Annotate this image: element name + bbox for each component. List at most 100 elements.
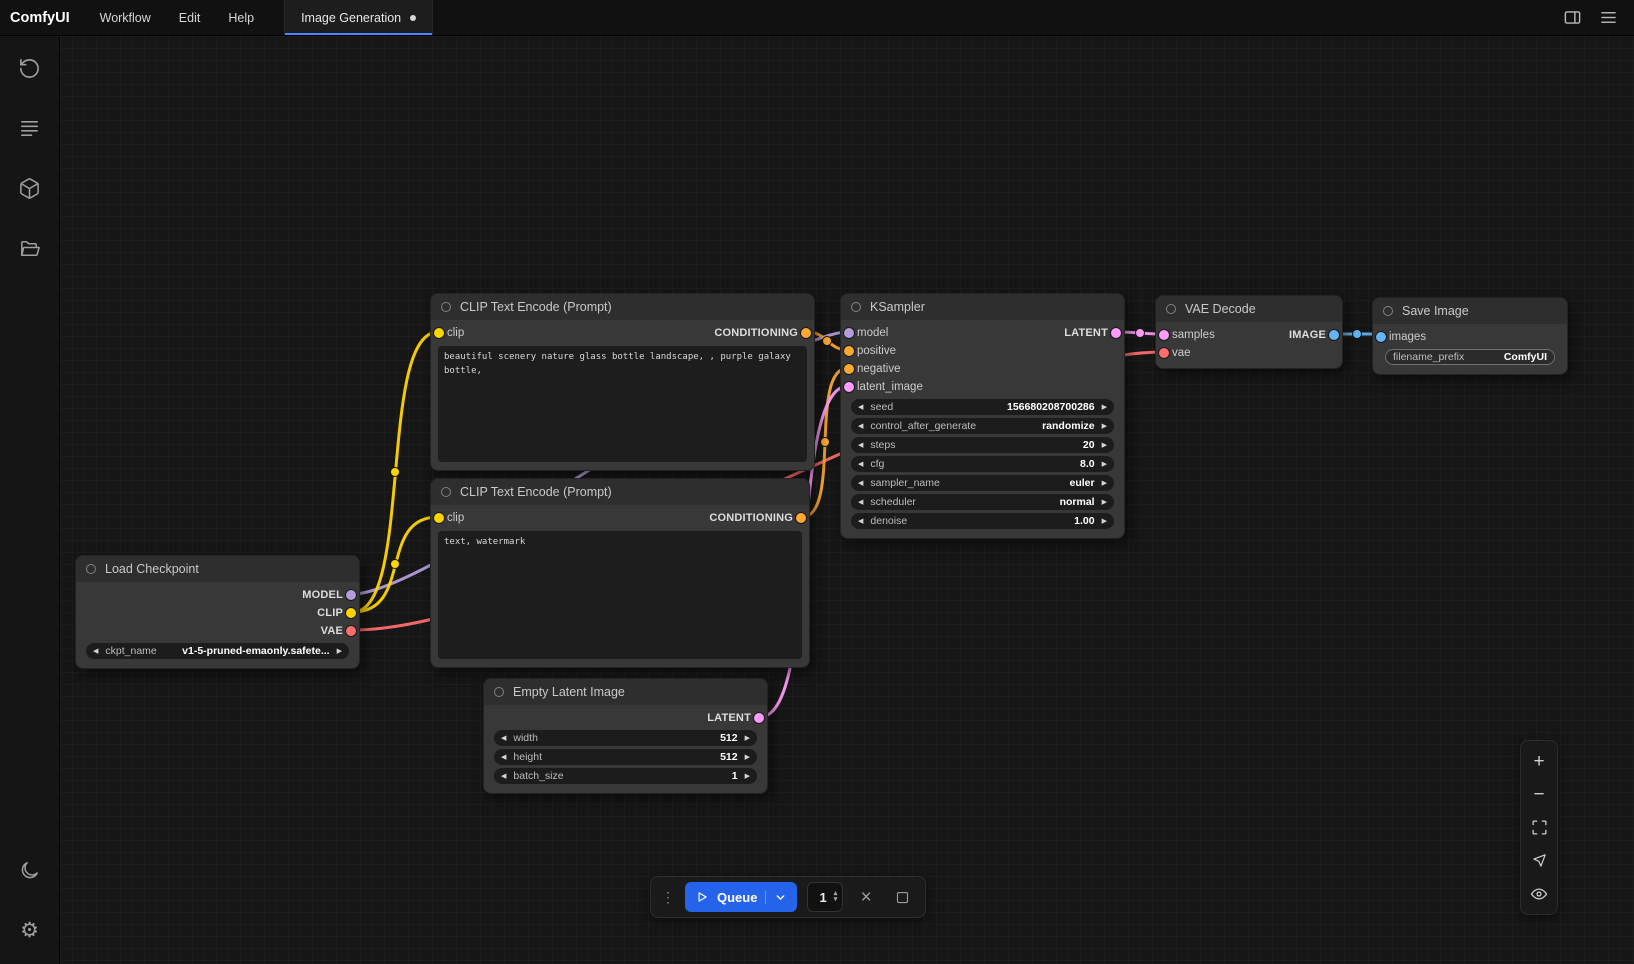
workflows-icon[interactable]	[8, 226, 52, 270]
toggle-panel-icon[interactable]	[1558, 4, 1586, 32]
input-port-model[interactable]	[844, 328, 854, 338]
node-save-image[interactable]: Save Image images filename_prefix ComfyU…	[1372, 297, 1568, 375]
increment-arrow-icon[interactable]: ▶	[1102, 460, 1107, 468]
widget-width[interactable]: ◀ width 512 ▶	[494, 730, 757, 746]
collapse-dot-icon[interactable]	[441, 487, 451, 497]
node-library-icon[interactable]	[8, 106, 52, 150]
widget-filename-prefix[interactable]: filename_prefix ComfyUI	[1385, 349, 1555, 365]
stop-icon[interactable]	[889, 884, 915, 910]
collapse-dot-icon[interactable]	[86, 564, 96, 574]
input-port-samples[interactable]	[1159, 330, 1169, 340]
input-port-clip[interactable]	[434, 328, 444, 338]
node-empty-latent-image[interactable]: Empty Latent Image LATENT ◀ width 512 ▶ …	[483, 678, 768, 794]
input-port-positive[interactable]	[844, 346, 854, 356]
collapse-dot-icon[interactable]	[1383, 306, 1393, 316]
output-port-model[interactable]	[346, 590, 356, 600]
widget-height[interactable]: ◀ height 512 ▶	[494, 749, 757, 765]
decrement-arrow-icon[interactable]: ◀	[858, 479, 863, 487]
prompt-textarea[interactable]: beautiful scenery nature glass bottle la…	[438, 346, 807, 462]
tab-image-generation[interactable]: Image Generation	[285, 0, 433, 35]
step-down-icon[interactable]: ▾	[834, 897, 838, 904]
increment-arrow-icon[interactable]: ▶	[337, 647, 342, 655]
input-port-vae[interactable]	[1159, 348, 1169, 358]
zoom-in-icon[interactable]: +	[1524, 745, 1554, 778]
widget-seed[interactable]: ◀ seed 156680208700286 ▶	[851, 399, 1114, 415]
input-port-latent-image[interactable]	[844, 382, 854, 392]
queue-button[interactable]: Queue	[685, 882, 797, 912]
theme-toggle-icon[interactable]	[8, 848, 52, 892]
widget-ckpt-name[interactable]: ◀ ckpt_name v1-5-pruned-emaonly.safete..…	[86, 643, 349, 659]
menu-workflow[interactable]: Workflow	[86, 0, 165, 35]
output-port-image[interactable]	[1329, 330, 1339, 340]
widget-scheduler[interactable]: ◀ scheduler normal ▶	[851, 494, 1114, 510]
increment-arrow-icon[interactable]: ▶	[1102, 517, 1107, 525]
zoom-out-icon[interactable]: −	[1524, 778, 1554, 811]
increment-arrow-icon[interactable]: ▶	[1102, 422, 1107, 430]
decrement-arrow-icon[interactable]: ◀	[501, 734, 506, 742]
decrement-arrow-icon[interactable]: ◀	[501, 772, 506, 780]
decrement-arrow-icon[interactable]: ◀	[501, 753, 506, 761]
batch-count-input[interactable]: 1 ▴▾	[807, 882, 843, 912]
output-port-clip[interactable]	[346, 608, 356, 618]
clear-queue-icon[interactable]: ×	[853, 884, 879, 910]
node-vae-decode[interactable]: VAE Decode samples IMAGE vae	[1155, 295, 1343, 369]
settings-gear-icon[interactable]: ⚙	[8, 908, 52, 952]
widget-cfg[interactable]: ◀ cfg 8.0 ▶	[851, 456, 1114, 472]
output-port-vae[interactable]	[346, 626, 356, 636]
model-library-icon[interactable]	[8, 166, 52, 210]
history-icon[interactable]	[8, 46, 52, 90]
increment-arrow-icon[interactable]: ▶	[1102, 403, 1107, 411]
output-port-latent[interactable]	[1111, 328, 1121, 338]
node-title-bar[interactable]: CLIP Text Encode (Prompt)	[431, 479, 809, 505]
increment-arrow-icon[interactable]: ▶	[745, 753, 750, 761]
increment-arrow-icon[interactable]: ▶	[1102, 441, 1107, 449]
widget-sampler-name[interactable]: ◀ sampler_name euler ▶	[851, 475, 1114, 491]
node-clip-text-encode-negative[interactable]: CLIP Text Encode (Prompt) clip CONDITION…	[430, 478, 810, 668]
node-clip-text-encode-positive[interactable]: CLIP Text Encode (Prompt) clip CONDITION…	[430, 293, 815, 471]
decrement-arrow-icon[interactable]: ◀	[858, 460, 863, 468]
fit-view-icon[interactable]	[1524, 811, 1554, 844]
input-port-clip[interactable]	[434, 513, 444, 523]
app-logo[interactable]: ComfyUI	[0, 0, 86, 35]
increment-arrow-icon[interactable]: ▶	[1102, 479, 1107, 487]
widget-steps[interactable]: ◀ steps 20 ▶	[851, 437, 1114, 453]
input-port-images[interactable]	[1376, 332, 1386, 342]
increment-arrow-icon[interactable]: ▶	[1102, 498, 1107, 506]
toggle-visibility-eye-icon[interactable]	[1524, 877, 1554, 910]
decrement-arrow-icon[interactable]: ◀	[858, 422, 863, 430]
output-port-latent[interactable]	[754, 713, 764, 723]
collapse-dot-icon[interactable]	[494, 687, 504, 697]
collapse-dot-icon[interactable]	[1166, 304, 1176, 314]
node-title-bar[interactable]: KSampler	[841, 294, 1124, 320]
node-load-checkpoint[interactable]: Load Checkpoint MODEL CLIP VAE ◀ ckpt_na	[75, 555, 360, 669]
node-ksampler[interactable]: KSampler model LATENT positive negative	[840, 293, 1125, 539]
queue-options-chevron-icon[interactable]	[765, 891, 787, 904]
decrement-arrow-icon[interactable]: ◀	[858, 441, 863, 449]
decrement-arrow-icon[interactable]: ◀	[858, 403, 863, 411]
collapse-dot-icon[interactable]	[441, 302, 451, 312]
drag-handle-icon[interactable]: ⋮	[661, 890, 675, 904]
node-title-bar[interactable]: VAE Decode	[1156, 296, 1342, 322]
decrement-arrow-icon[interactable]: ◀	[93, 647, 98, 655]
prompt-textarea[interactable]: text, watermark	[438, 531, 802, 659]
decrement-arrow-icon[interactable]: ◀	[858, 517, 863, 525]
decrement-arrow-icon[interactable]: ◀	[858, 498, 863, 506]
menu-help[interactable]: Help	[214, 0, 268, 35]
widget-control-after-generate[interactable]: ◀ control_after_generate randomize ▶	[851, 418, 1114, 434]
node-title-bar[interactable]: Load Checkpoint	[76, 556, 359, 582]
increment-arrow-icon[interactable]: ▶	[745, 772, 750, 780]
node-title-bar[interactable]: Save Image	[1373, 298, 1567, 324]
node-title-bar[interactable]: Empty Latent Image	[484, 679, 767, 705]
collapse-dot-icon[interactable]	[851, 302, 861, 312]
hamburger-menu-icon[interactable]	[1594, 4, 1622, 32]
widget-denoise[interactable]: ◀ denoise 1.00 ▶	[851, 513, 1114, 529]
output-port-conditioning[interactable]	[801, 328, 811, 338]
widget-batch-size[interactable]: ◀ batch_size 1 ▶	[494, 768, 757, 784]
graph-canvas[interactable]: Load Checkpoint MODEL CLIP VAE ◀ ckpt_na	[60, 36, 1634, 964]
batch-count-steppers[interactable]: ▴▾	[834, 891, 838, 904]
select-cursor-icon[interactable]	[1524, 844, 1554, 877]
node-title-bar[interactable]: CLIP Text Encode (Prompt)	[431, 294, 814, 320]
input-port-negative[interactable]	[844, 364, 854, 374]
output-port-conditioning[interactable]	[796, 513, 806, 523]
increment-arrow-icon[interactable]: ▶	[745, 734, 750, 742]
